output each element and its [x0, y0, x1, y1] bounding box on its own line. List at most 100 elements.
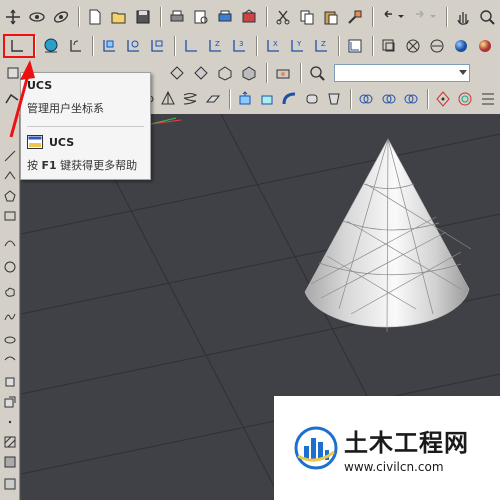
shape-icon[interactable]	[166, 62, 188, 84]
y-ucs-icon[interactable]: Y	[286, 35, 308, 57]
tooltip-command-row: UCS	[27, 135, 144, 149]
toolbar-separator	[228, 89, 231, 109]
subtract-icon[interactable]	[379, 88, 399, 110]
shaded-sphere-icon[interactable]	[450, 35, 472, 57]
insert-block-icon[interactable]	[2, 374, 18, 390]
intersect-icon[interactable]	[401, 88, 421, 110]
tooltip-divider	[27, 126, 144, 127]
open-file-icon[interactable]	[108, 6, 130, 28]
standard-toolbar	[0, 4, 500, 30]
3point-ucs-icon[interactable]: 3	[228, 35, 250, 57]
polyline-icon[interactable]	[2, 168, 18, 184]
tooltip-command-name: UCS	[49, 135, 75, 149]
spline-icon[interactable]	[2, 309, 18, 325]
shape2-icon[interactable]	[190, 62, 212, 84]
toolbar-separator	[266, 63, 268, 83]
view-ucs-icon[interactable]	[146, 35, 168, 57]
3d-align-icon[interactable]	[478, 88, 498, 110]
point-icon[interactable]	[2, 414, 18, 430]
undo-icon[interactable]	[378, 6, 408, 28]
view-combo[interactable]	[334, 64, 470, 82]
region-icon[interactable]	[2, 476, 18, 492]
presspull-icon[interactable]	[257, 88, 277, 110]
help-prefix: 按	[27, 159, 38, 172]
pyramid-icon[interactable]	[158, 88, 178, 110]
line-icon[interactable]	[2, 148, 18, 164]
realistic-icon[interactable]	[426, 35, 448, 57]
object-ucs-icon[interactable]	[122, 35, 144, 57]
conceptual-sphere-icon[interactable]	[474, 35, 496, 57]
extrude-icon[interactable]	[235, 88, 255, 110]
planar-surface-icon[interactable]	[203, 88, 223, 110]
publish-icon[interactable]	[238, 6, 260, 28]
toolbar-separator	[78, 7, 80, 27]
arc-icon[interactable]	[2, 234, 18, 250]
free-orbit-icon[interactable]	[50, 6, 72, 28]
redo-icon[interactable]	[410, 6, 440, 28]
ellipse-arc-icon[interactable]	[2, 352, 18, 368]
x-ucs-icon[interactable]: X	[262, 35, 284, 57]
z-ucs-icon[interactable]: Z	[310, 35, 332, 57]
zoom-realtime-icon[interactable]	[306, 62, 328, 84]
ucs-toolbar: Z 3 X Y Z	[0, 33, 500, 59]
revision-cloud-icon[interactable]	[2, 284, 18, 300]
svg-text:X: X	[273, 40, 278, 48]
pan-icon[interactable]	[2, 6, 24, 28]
gradient-icon[interactable]	[2, 454, 18, 470]
tooltip-help-text: 按 F1 键获得更多帮助	[27, 157, 144, 173]
hatch-icon[interactable]	[2, 434, 18, 450]
world-ucs-icon[interactable]	[40, 35, 62, 57]
print-preview-icon[interactable]	[190, 6, 212, 28]
3d-move-icon[interactable]	[433, 88, 453, 110]
face-ucs-icon[interactable]	[98, 35, 120, 57]
circle-icon[interactable]	[2, 259, 18, 275]
copy-icon[interactable]	[296, 6, 318, 28]
hand-pan-icon[interactable]	[452, 6, 474, 28]
toolbar-separator	[350, 89, 353, 109]
watermark-text: 土木工程网 www.civilcn.com	[344, 423, 469, 474]
print-icon[interactable]	[166, 6, 188, 28]
save-icon[interactable]	[132, 6, 154, 28]
watermark-name: 土木工程网	[344, 428, 469, 457]
3d-hidden-icon[interactable]	[402, 35, 424, 57]
3d-rotate-icon[interactable]	[455, 88, 475, 110]
civilcn-logo	[294, 426, 338, 470]
revolve-icon[interactable]	[302, 88, 322, 110]
toolbar-separator	[300, 63, 302, 83]
camera-icon[interactable]	[272, 62, 294, 84]
plot-icon[interactable]	[214, 6, 236, 28]
2d-wireframe-icon[interactable]	[378, 35, 400, 57]
draw-toolbar	[0, 114, 20, 500]
help-suffix: 键获得更多帮助	[60, 159, 138, 172]
helix-icon[interactable]	[180, 88, 200, 110]
tooltip-title: UCS	[27, 79, 53, 92]
shape4-icon[interactable]	[238, 62, 260, 84]
union-icon[interactable]	[356, 88, 376, 110]
toolbar-separator	[446, 7, 448, 27]
ucs-previous-icon[interactable]	[64, 35, 86, 57]
svg-text:Z: Z	[215, 40, 220, 48]
shape3-icon[interactable]	[214, 62, 236, 84]
origin-ucs-icon[interactable]	[180, 35, 202, 57]
toolbar-separator	[174, 36, 176, 56]
loft-icon[interactable]	[324, 88, 344, 110]
cut-icon[interactable]	[272, 6, 294, 28]
toolbar-separator	[372, 7, 374, 27]
tooltip-description: 管理用户坐标系	[27, 102, 104, 115]
orbit-icon[interactable]	[26, 6, 48, 28]
make-block-icon[interactable]	[2, 394, 18, 410]
zoom-icon[interactable]	[476, 6, 498, 28]
toolbar-separator	[92, 36, 94, 56]
match-properties-icon[interactable]	[344, 6, 366, 28]
rectangle-icon[interactable]	[2, 208, 18, 224]
chevron-down-icon	[459, 70, 467, 75]
paste-icon[interactable]	[320, 6, 342, 28]
ellipse-icon[interactable]	[2, 332, 18, 348]
polygon-icon[interactable]	[2, 188, 18, 204]
zaxis-ucs-icon[interactable]: Z	[204, 35, 226, 57]
apply-ucs-icon[interactable]	[344, 35, 366, 57]
toolbar-separator	[266, 7, 268, 27]
watermark-url: www.civilcn.com	[344, 459, 444, 474]
sweep-icon[interactable]	[279, 88, 299, 110]
new-file-icon[interactable]	[84, 6, 106, 28]
